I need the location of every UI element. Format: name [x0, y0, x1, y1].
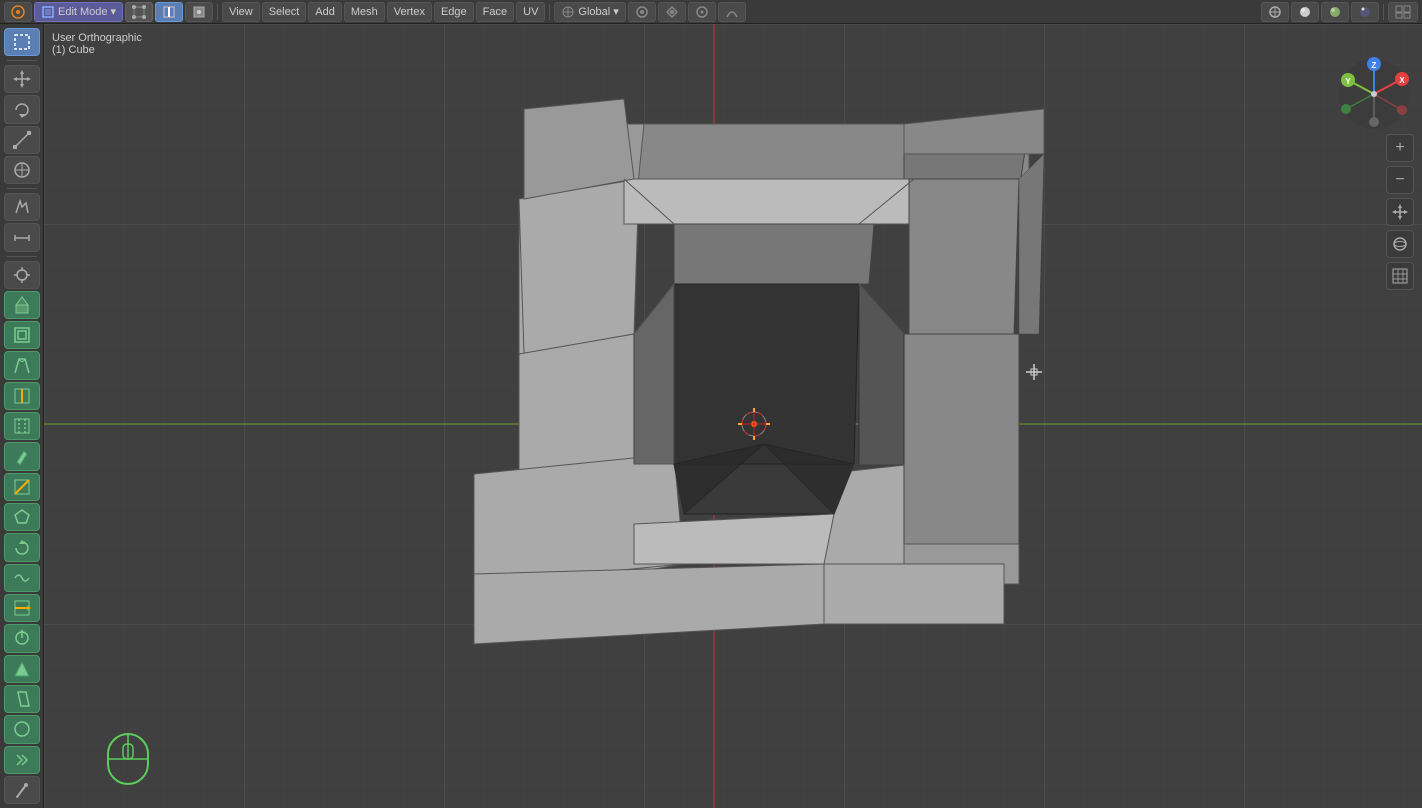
proportional-falloff[interactable] — [718, 2, 746, 22]
mesh-menu[interactable]: Mesh — [344, 2, 385, 22]
view-menu[interactable]: View — [222, 2, 260, 22]
poly-build-tool[interactable] — [4, 503, 40, 531]
extrude-tool[interactable] — [4, 291, 40, 319]
edit-mode-btn[interactable]: Edit Mode ▾ — [34, 2, 123, 22]
edge-menu[interactable]: Edge — [434, 2, 474, 22]
spin-tool[interactable] — [4, 533, 40, 561]
bevel-tool[interactable] — [4, 351, 40, 379]
rip-region-tool[interactable] — [4, 746, 40, 774]
zoom-in-btn[interactable]: + — [1386, 134, 1414, 162]
left-sidebar — [0, 24, 44, 808]
select-box-tool[interactable] — [4, 28, 40, 56]
sep-r1 — [1383, 4, 1384, 20]
add-menu[interactable]: Add — [308, 2, 342, 22]
measure-tool[interactable] — [4, 223, 40, 251]
knife-tool[interactable] — [4, 442, 40, 470]
uv-menu[interactable]: UV — [516, 2, 545, 22]
header-right — [1261, 2, 1418, 22]
vertex-select-btn[interactable] — [125, 2, 153, 22]
sep2 — [549, 4, 550, 20]
grease-pencil-tool[interactable] — [4, 776, 40, 804]
viewport[interactable]: User Orthographic (1) Cube Z X — [44, 24, 1422, 808]
vertex-menu[interactable]: Vertex — [387, 2, 432, 22]
select-menu[interactable]: Select — [262, 2, 307, 22]
push-pull-tool[interactable] — [4, 655, 40, 683]
render-btn[interactable] — [1351, 2, 1379, 22]
cursor-tool[interactable] — [4, 261, 40, 289]
inset-tool[interactable] — [4, 321, 40, 349]
side-sep1 — [7, 60, 37, 61]
sep1 — [217, 4, 218, 20]
offset-edge-tool[interactable] — [4, 412, 40, 440]
viewport-grid — [44, 24, 1422, 808]
blender-icon-btn[interactable] — [4, 2, 32, 22]
snap-btn[interactable] — [628, 2, 656, 22]
material-btn[interactable] — [1321, 2, 1349, 22]
annotate-tool[interactable] — [4, 193, 40, 221]
snap-toggle[interactable] — [658, 2, 686, 22]
face-menu[interactable]: Face — [476, 2, 514, 22]
blender-icon — [11, 5, 25, 19]
edit-mode-label: Edit Mode — [58, 6, 108, 18]
pan-btn[interactable] — [1386, 198, 1414, 226]
solid-btn[interactable] — [1291, 2, 1319, 22]
rotate-tool[interactable] — [4, 95, 40, 123]
smooth-tool[interactable] — [4, 564, 40, 592]
face-select-btn[interactable] — [185, 2, 213, 22]
orbit-btn[interactable] — [1386, 230, 1414, 258]
wireframe-btn[interactable] — [1261, 2, 1289, 22]
to-sphere-tool[interactable] — [4, 715, 40, 743]
edit-mode-icon — [41, 5, 55, 19]
edge-select-btn[interactable] — [155, 2, 183, 22]
shrink-fatten-tool[interactable] — [4, 624, 40, 652]
zoom-out-btn[interactable]: − — [1386, 166, 1414, 194]
side-sep3 — [7, 256, 37, 257]
shear-tool[interactable] — [4, 685, 40, 713]
loop-cut-tool[interactable] — [4, 382, 40, 410]
transform-orientation-btn[interactable]: Global ▾ — [554, 2, 625, 22]
proportional-btn[interactable] — [688, 2, 716, 22]
transform-tool[interactable] — [4, 156, 40, 184]
side-sep2 — [7, 188, 37, 189]
grid-overlay-btn[interactable] — [1386, 262, 1414, 290]
top-toolbar: Edit Mode ▾ View Select Add Mesh — [0, 0, 1422, 24]
edge-slide-tool[interactable] — [4, 594, 40, 622]
editor-type-btn[interactable] — [1388, 2, 1418, 22]
scale-tool[interactable] — [4, 126, 40, 154]
move-tool[interactable] — [4, 65, 40, 93]
bisect-tool[interactable] — [4, 473, 40, 501]
viewport-right-tools: + − — [1386, 134, 1414, 290]
